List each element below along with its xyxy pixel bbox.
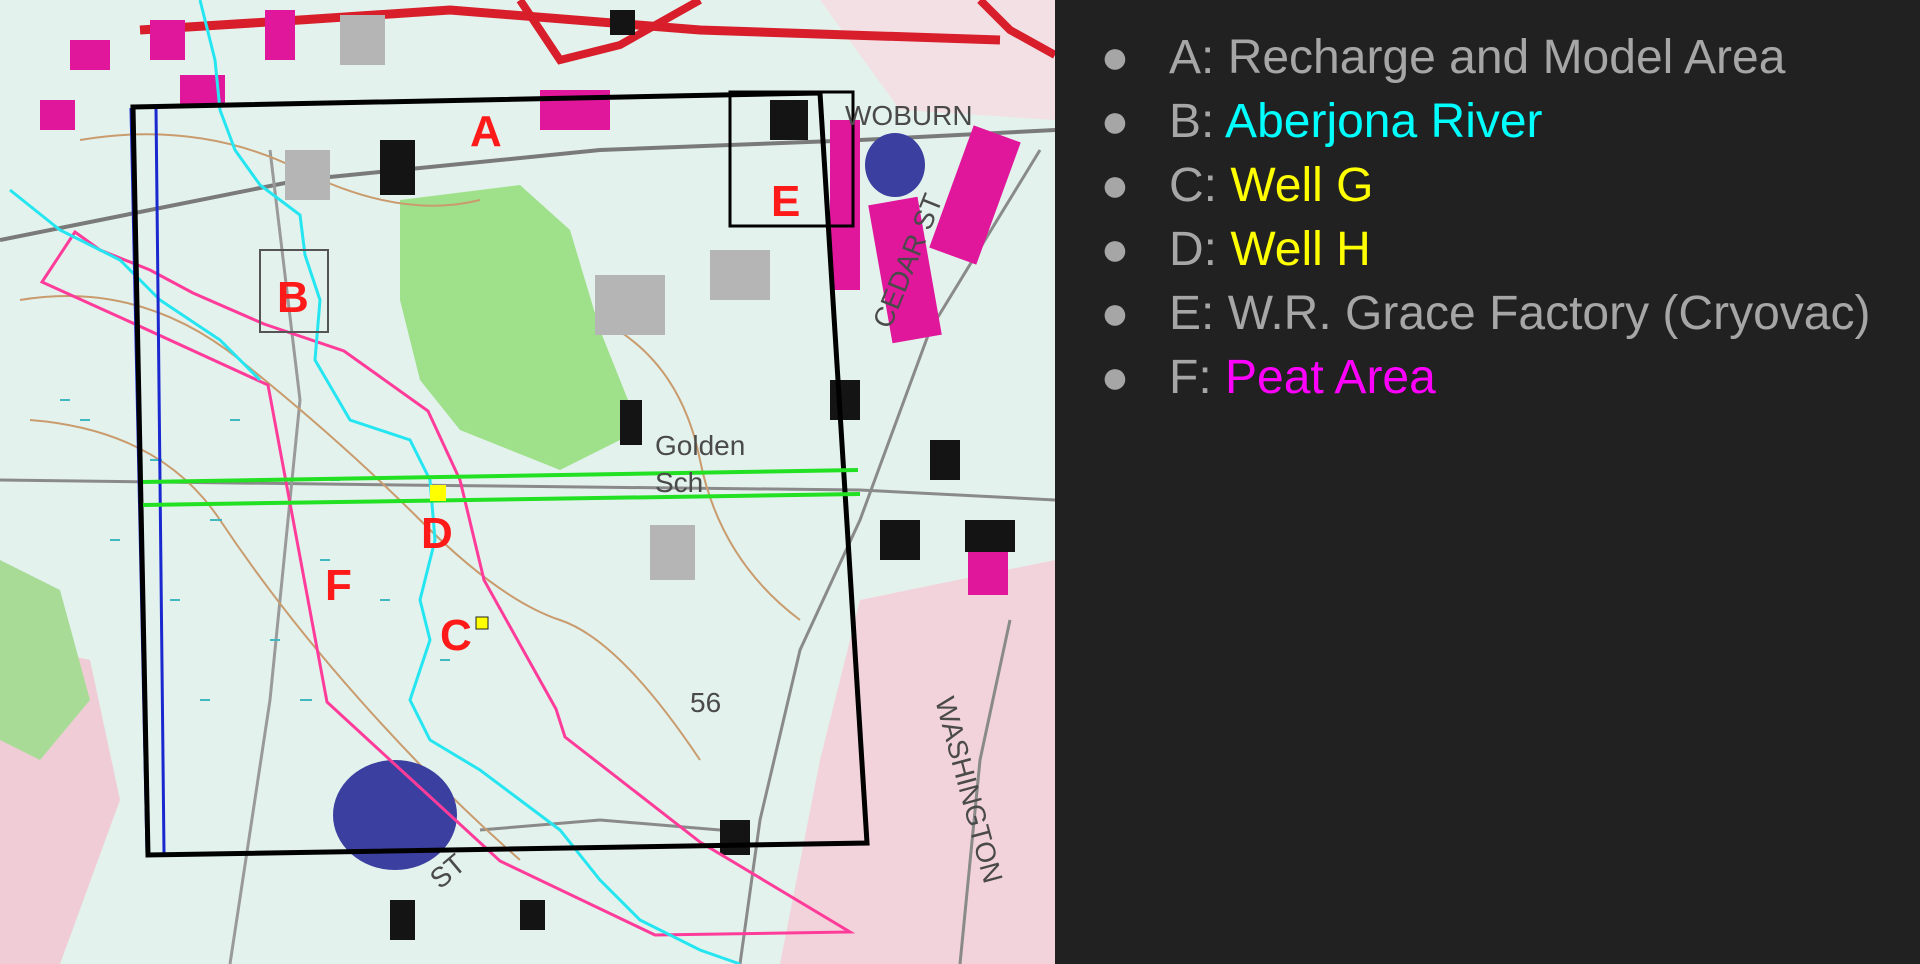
legend-prefix: C: — [1169, 159, 1231, 212]
legend-item-a: ● A: Recharge and Model Area — [1085, 26, 1905, 90]
legend-prefix: D: — [1169, 223, 1231, 276]
building — [150, 20, 185, 60]
legend-item-b: ● B: Aberjona River — [1085, 90, 1905, 154]
hatched-block — [340, 15, 385, 65]
building — [610, 10, 635, 35]
building — [770, 100, 808, 140]
legend-item-e: ● E: W.R. Grace Factory (Cryovac) — [1085, 282, 1905, 346]
bullet-icon: ● — [1100, 223, 1130, 276]
building — [520, 900, 545, 930]
map-label-d: D — [421, 509, 453, 558]
legend-name: Peat Area — [1225, 351, 1436, 404]
legend-name: W.R. Grace Factory (Cryovac) — [1227, 287, 1871, 340]
well-g-marker — [475, 616, 489, 630]
elevation-label: 56 — [690, 687, 721, 718]
legend-item-d: ● D: Well H — [1085, 218, 1905, 282]
building — [390, 900, 415, 940]
building — [70, 40, 110, 70]
map-legend: ● A: Recharge and Model Area ● B: Aberjo… — [1085, 26, 1905, 410]
building — [720, 820, 750, 855]
map-label-f: F — [325, 561, 352, 610]
pond — [865, 133, 925, 197]
legend-prefix: F: — [1169, 351, 1225, 404]
legend-name: Well G — [1230, 159, 1374, 212]
bullet-icon: ● — [1100, 351, 1130, 404]
building — [830, 380, 860, 420]
legend-name: Aberjona River — [1225, 95, 1543, 148]
hatched-block — [595, 275, 665, 335]
place-label-sch: Sch — [655, 467, 703, 498]
map-label-b: B — [277, 273, 309, 322]
hatched-block — [650, 525, 695, 580]
bullet-icon: ● — [1100, 31, 1130, 84]
hatched-block — [710, 250, 770, 300]
legend-prefix: B: — [1169, 95, 1226, 148]
legend-name: Recharge and Model Area — [1227, 31, 1786, 84]
building — [965, 520, 1015, 552]
well-h-marker — [430, 485, 446, 501]
building — [265, 10, 295, 60]
legend-prefix: E: — [1169, 287, 1228, 340]
map-canvas: WOBURN Golden Sch CEDAR ST WASHINGTON ST… — [0, 0, 1055, 964]
building — [968, 545, 1008, 595]
bullet-icon: ● — [1100, 287, 1130, 340]
legend-item-f: ● F: Peat Area — [1085, 346, 1905, 410]
bullet-icon: ● — [1100, 95, 1130, 148]
building — [620, 400, 642, 445]
building — [40, 100, 75, 130]
place-label-woburn: WOBURN — [845, 100, 973, 131]
legend-name: Well H — [1230, 223, 1371, 276]
map-label-a: A — [470, 107, 502, 156]
building — [880, 520, 920, 560]
topographic-map: WOBURN Golden Sch CEDAR ST WASHINGTON ST… — [0, 0, 1055, 964]
place-label-golden: Golden — [655, 430, 745, 461]
legend-prefix: A: — [1169, 31, 1228, 84]
map-label-e: E — [771, 177, 800, 226]
building — [930, 440, 960, 480]
bullet-icon: ● — [1100, 159, 1130, 212]
building — [380, 140, 415, 195]
map-label-c: C — [440, 611, 472, 660]
hatched-block — [285, 150, 330, 200]
building — [830, 120, 860, 290]
legend-item-c: ● C: Well G — [1085, 154, 1905, 218]
